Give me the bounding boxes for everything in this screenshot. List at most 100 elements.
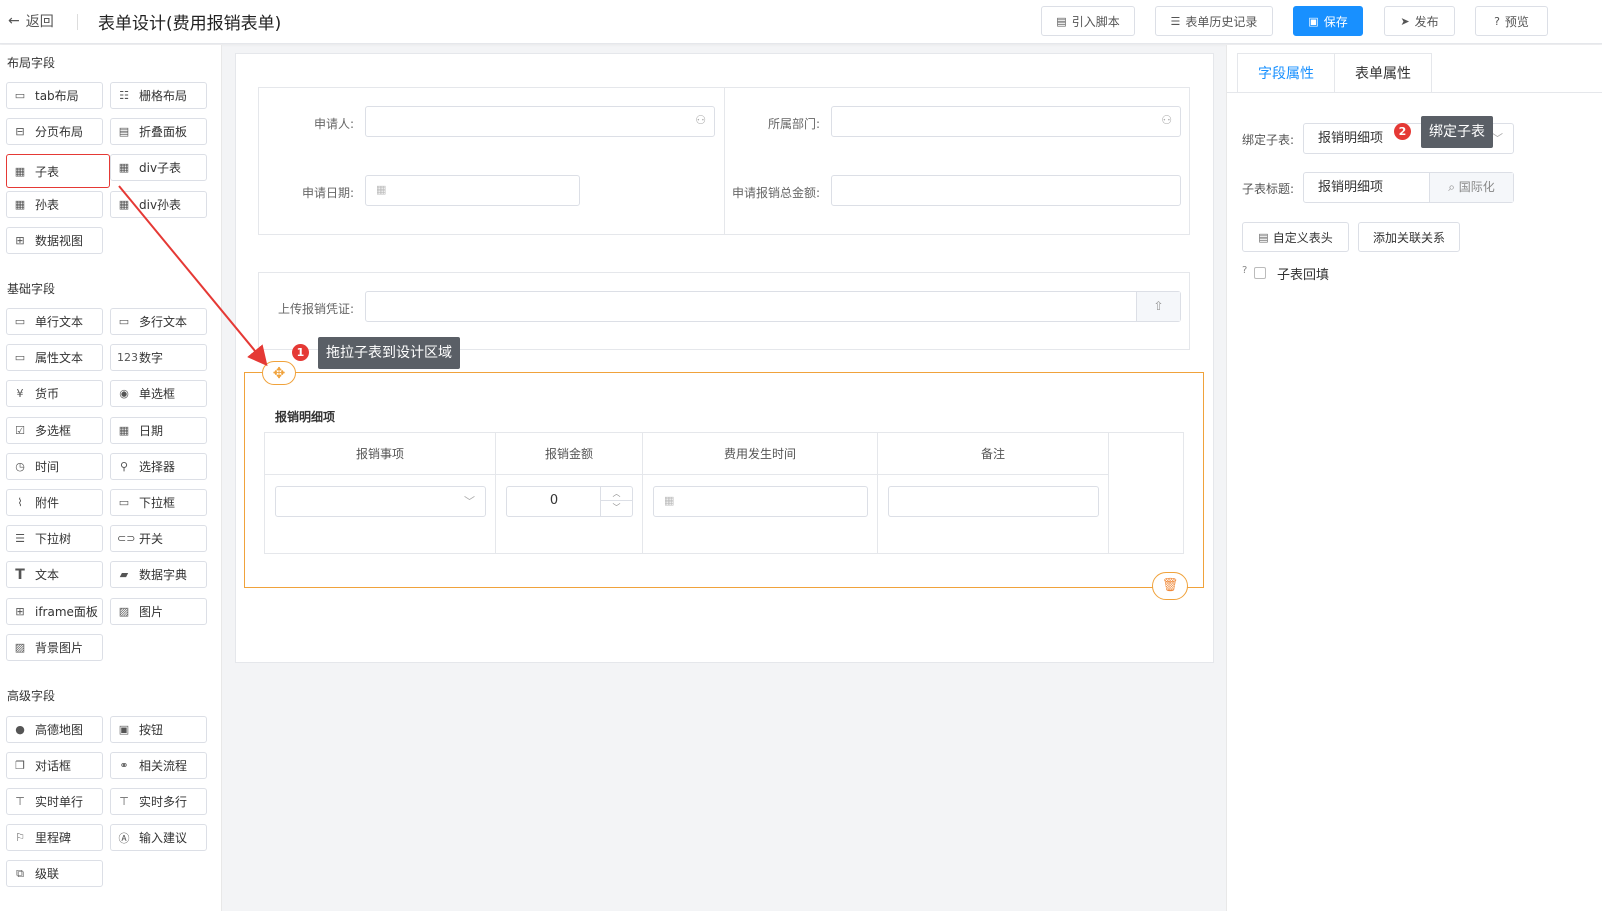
- subtable-column: 报销事项 ﹀: [265, 433, 496, 553]
- palette-radio[interactable]: ◉ 单选框: [110, 380, 207, 407]
- i18n-button[interactable]: ⌕ 国际化: [1429, 173, 1513, 202]
- palette-amap[interactable]: ● 高德地图: [6, 716, 103, 743]
- table-icon: ▦: [14, 164, 26, 178]
- script-icon: ▤: [1056, 14, 1067, 28]
- palette-number[interactable]: 123 数字: [110, 344, 207, 371]
- tab-form-properties[interactable]: 表单属性: [1335, 53, 1432, 93]
- expense-item-select[interactable]: ﹀: [275, 486, 486, 517]
- suggest-icon: Ⓐ: [118, 831, 130, 845]
- palette-dropdown[interactable]: ▭ 下拉框: [110, 489, 207, 516]
- input-icon: ▭: [14, 315, 26, 328]
- basic-section-title: 基础字段: [7, 282, 56, 296]
- chevron-down-icon[interactable]: ﹀: [601, 501, 632, 515]
- field-palette: 布局字段 ▭ tab布局 ☷ 栅格布局 ⊟ 分页布局 ▤ 折叠面板 ▦ 子表 ▦ div子表…: [0, 45, 222, 911]
- script-icon: ▤: [1258, 230, 1269, 244]
- palette-attachment[interactable]: ⌇ 附件: [6, 489, 103, 516]
- apply-date-input[interactable]: ▦: [365, 175, 580, 206]
- amount-stepper[interactable]: 0 ︿ ﹀: [506, 486, 633, 517]
- subtable-title-label: 子表标题:: [1242, 182, 1295, 196]
- palette-grid-layout[interactable]: ☷ 栅格布局: [110, 82, 207, 109]
- preview-button[interactable]: ? 预览: [1475, 6, 1548, 36]
- department-input[interactable]: ⚇: [831, 106, 1181, 137]
- clock-icon: ◷: [15, 460, 25, 473]
- palette-realtime-single[interactable]: ⊤ 实时单行: [6, 788, 103, 815]
- upload-input[interactable]: ⇧: [365, 291, 1181, 322]
- upload-label: 上传报销凭证:: [277, 302, 354, 316]
- subtable-title-input[interactable]: 报销明细项 ⌕ 国际化: [1303, 172, 1514, 203]
- palette-div-subtable[interactable]: ▦ div子表: [110, 154, 207, 181]
- back-button[interactable]: ← 返回: [8, 11, 54, 31]
- palette-selector[interactable]: ⚲ 选择器: [110, 453, 207, 480]
- palette-attr-text[interactable]: ▭ 属性文本: [6, 344, 103, 371]
- palette-background-image[interactable]: ▨ 背景图片: [6, 634, 103, 661]
- palette-date[interactable]: ▦ 日期: [110, 417, 207, 444]
- back-label: 返回: [25, 14, 54, 30]
- advanced-section-title: 高级字段: [7, 689, 56, 703]
- total-amount-input[interactable]: [831, 175, 1181, 206]
- image-icon: ▨: [14, 641, 26, 654]
- realtime-text-icon: ⊤: [15, 795, 25, 808]
- properties-tabs: 字段属性 表单属性: [1237, 53, 1432, 93]
- remark-input[interactable]: [888, 486, 1099, 517]
- yen-icon: ¥: [16, 387, 24, 400]
- palette-checkbox[interactable]: ☑ 多选框: [6, 417, 103, 444]
- subtable-title: 报销明细项: [275, 410, 336, 424]
- input-icon: ▭: [14, 351, 26, 364]
- step1-badge: 1: [292, 344, 309, 361]
- palette-button[interactable]: ▣ 按钮: [110, 716, 207, 743]
- palette-collapse-panel[interactable]: ▤ 折叠面板: [110, 118, 207, 145]
- palette-grandchild-table[interactable]: ▦ 孙表: [6, 191, 103, 218]
- department-label: 所属部门:: [767, 117, 820, 131]
- tab-field-properties[interactable]: 字段属性: [1237, 53, 1335, 93]
- palette-dropdown-tree[interactable]: ☰ 下拉树: [6, 525, 103, 552]
- dropdown-icon: ▭: [118, 496, 130, 509]
- table-icon: ▦: [118, 161, 130, 174]
- delete-trash-icon[interactable]: 🗑: [1152, 572, 1188, 600]
- form-history-button[interactable]: ☰ 表单历史记录: [1155, 6, 1273, 36]
- palette-data-dictionary[interactable]: ▰ 数据字典: [110, 561, 207, 588]
- subtable-grid: 报销事项 ﹀ 报销金额 0 ︿ ﹀ 费用发生时间 ▦ 备注: [264, 432, 1184, 554]
- grid-icon: ☷: [119, 89, 129, 102]
- palette-page-layout[interactable]: ⊟ 分页布局: [6, 118, 103, 145]
- import-script-button[interactable]: ▤ 引入脚本: [1041, 6, 1135, 36]
- chevron-up-icon[interactable]: ︿: [601, 487, 632, 501]
- palette-text[interactable]: T 文本: [6, 561, 103, 588]
- bind-subtable-label: 绑定子表:: [1242, 133, 1295, 147]
- palette-subtable[interactable]: ▦ 子表: [6, 154, 110, 188]
- palette-single-text[interactable]: ▭ 单行文本: [6, 308, 103, 335]
- palette-cascade[interactable]: ⧉ 级联: [6, 860, 103, 887]
- image-icon: ▨: [118, 605, 130, 618]
- add-relation-button[interactable]: 添加关联关系: [1358, 222, 1460, 252]
- publish-button[interactable]: ➤ 发布: [1384, 6, 1455, 36]
- palette-realtime-multi[interactable]: ⊤ 实时多行: [110, 788, 207, 815]
- palette-div-grandchild-table[interactable]: ▦ div孙表: [110, 191, 207, 218]
- palette-input-suggest[interactable]: Ⓐ 输入建议: [110, 824, 207, 851]
- palette-tab-layout[interactable]: ▭ tab布局: [6, 82, 103, 109]
- palette-data-view[interactable]: ⊞ 数据视图: [6, 227, 103, 254]
- cascade-icon: ⧉: [16, 866, 24, 880]
- save-button[interactable]: ▣ 保存: [1293, 6, 1363, 36]
- list-icon: ☰: [1170, 14, 1181, 28]
- calendar-icon: ▦: [664, 494, 675, 507]
- palette-milestone[interactable]: ⚐ 里程碑: [6, 824, 103, 851]
- custom-header-button[interactable]: ▤ 自定义表头: [1242, 222, 1349, 252]
- number-icon: 123: [117, 351, 138, 364]
- expense-time-input[interactable]: ▦: [653, 486, 868, 517]
- palette-iframe[interactable]: ⊞ iframe面板: [6, 598, 103, 625]
- palette-multi-text[interactable]: ▭ 多行文本: [110, 308, 207, 335]
- palette-image[interactable]: ▨ 图片: [110, 598, 207, 625]
- applicant-input[interactable]: ⚇: [365, 106, 715, 137]
- text-icon: T: [15, 566, 25, 583]
- palette-time[interactable]: ◷ 时间: [6, 453, 103, 480]
- search-icon: ⌕: [1448, 180, 1455, 194]
- palette-dialog[interactable]: ❐ 对话框: [6, 752, 103, 779]
- move-handle-icon[interactable]: ✥: [262, 361, 296, 385]
- help-icon: ?: [1242, 265, 1248, 276]
- upload-button[interactable]: ⇧: [1136, 292, 1180, 321]
- palette-related-flow[interactable]: ⚭ 相关流程: [110, 752, 207, 779]
- backfill-checkbox[interactable]: [1254, 267, 1266, 279]
- palette-currency[interactable]: ¥ 货币: [6, 380, 103, 407]
- flag-icon: ⚐: [15, 831, 25, 844]
- palette-switch[interactable]: ⊂⊃ 开关: [110, 525, 207, 552]
- subtable-column: 费用发生时间 ▦: [643, 433, 878, 553]
